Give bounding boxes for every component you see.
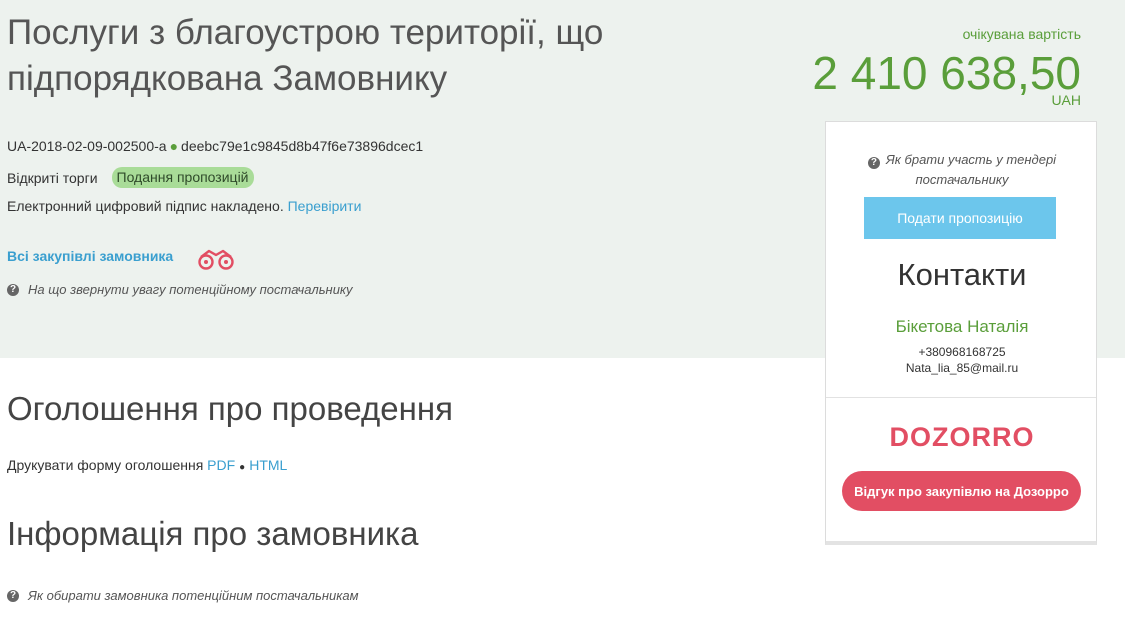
- dot-separator-icon: ●: [239, 462, 246, 473]
- dozorro-logo: DOZORRO: [889, 422, 1035, 452]
- question-circle-icon: ?: [7, 283, 19, 296]
- print-form-label: Друкувати форму оголошення: [7, 457, 204, 473]
- participate-hint[interactable]: ? Як брати участь у тендері постачальнику: [826, 150, 1098, 190]
- tender-title: Послуги з благоустрою території, що підп…: [7, 13, 604, 98]
- participate-hint-text: Як брати участь у тендері постачальнику: [885, 152, 1057, 187]
- procedure-line: Відкриті торги Подання пропозицій: [7, 167, 254, 188]
- customer-hint-text: Як обирати замовника потенційним постача…: [28, 588, 359, 603]
- submit-offer-button[interactable]: Подати пропозицію: [864, 197, 1056, 239]
- dot-separator-icon: ●: [169, 138, 179, 154]
- verify-signature-link[interactable]: Перевірити: [288, 198, 362, 214]
- customer-info-heading: Інформація про замовника: [7, 515, 419, 552]
- customer-hint[interactable]: ? Як обирати замовника потенційним поста…: [7, 588, 359, 603]
- status-badge: Подання пропозицій: [111, 167, 254, 188]
- tender-id-line: UA-2018-02-09-002500-a ● deebc79e1c9845d8b…: [7, 138, 423, 154]
- supplier-hint[interactable]: ? На що звернути увагу потенційному пост…: [7, 282, 353, 297]
- html-link[interactable]: HTML: [249, 457, 287, 473]
- price-label: очікувана вартість: [962, 26, 1081, 42]
- question-circle-icon: ?: [7, 589, 19, 602]
- contact-email: Nata_lia_85@mail.ru: [905, 361, 1019, 375]
- question-circle-icon: ?: [867, 157, 880, 169]
- procedure-type: Відкриті торги: [7, 169, 98, 186]
- announcement-heading: Оголошення про проведення: [7, 390, 453, 427]
- binoculars-icon[interactable]: [194, 247, 238, 271]
- signature-line: Електронний цифровий підпис накладено. П…: [7, 198, 361, 214]
- pdf-link[interactable]: PDF: [207, 457, 235, 473]
- tender-id: UA-2018-02-09-002500-a: [7, 138, 167, 154]
- all-purchases-link[interactable]: Всі закупівлі замовника: [7, 248, 173, 264]
- contacts-title: Контакти: [897, 257, 1027, 292]
- supplier-hint-text: На що звернути увагу потенційному постач…: [28, 282, 353, 297]
- price-currency: UAH: [1051, 92, 1081, 108]
- signature-text: Електронний цифровий підпис накладено.: [7, 198, 284, 214]
- sidebar-divider: [826, 397, 1096, 398]
- dozorro-feedback-button[interactable]: Відгук про закупівлю на Дозорро: [842, 471, 1081, 511]
- contact-name: Бікетова Наталія: [895, 317, 1029, 336]
- participation-sidebar: ? Як брати участь у тендері постачальнику…: [825, 121, 1097, 545]
- price-value: 2 410 638,50: [812, 47, 1081, 99]
- contact-phone: +380968168725: [918, 345, 1006, 359]
- tender-hash: deebc79e1c9845d8b47f6e73896dcec1: [181, 138, 424, 154]
- print-form-line: Друкувати форму оголошення PDF ● HTML: [7, 457, 287, 473]
